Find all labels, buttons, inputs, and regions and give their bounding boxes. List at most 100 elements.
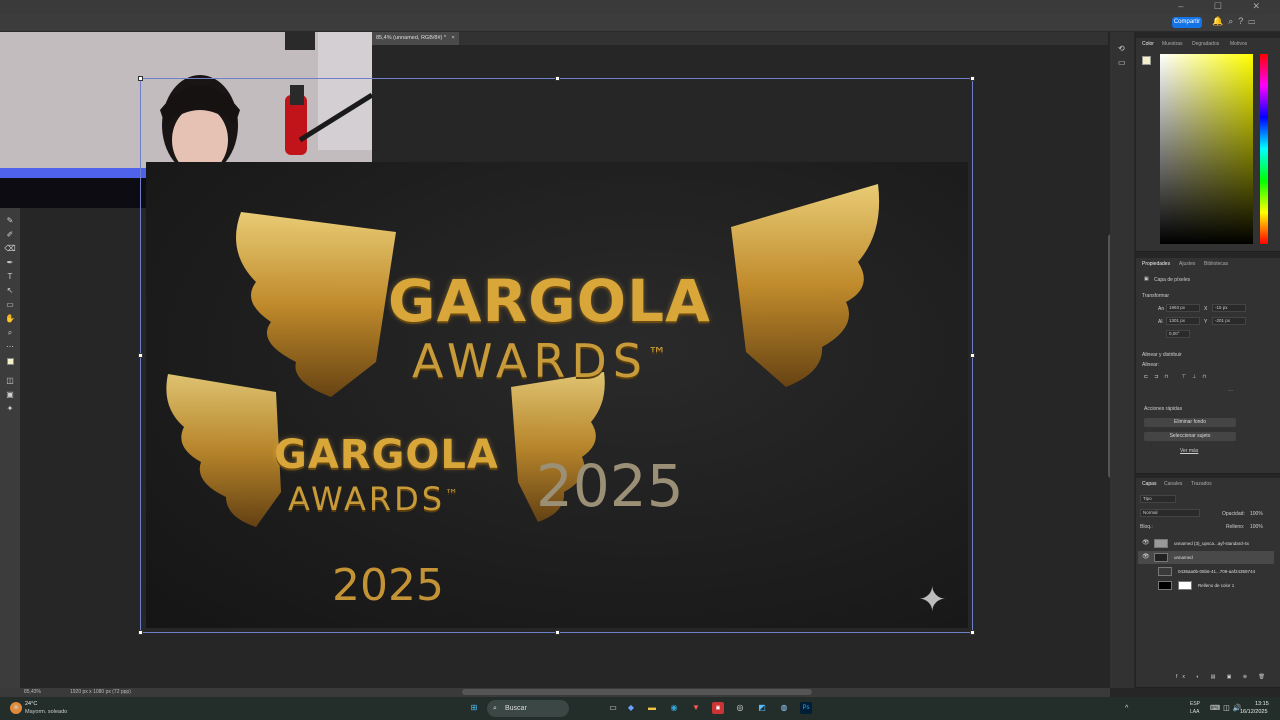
dropper-icon[interactable]: ✒: [4, 258, 16, 268]
layer-row[interactable]: 👁 unnamed (3)_upsca...ayf-standard-4x: [1138, 537, 1274, 550]
clock-date[interactable]: 16/12/2025: [1240, 709, 1268, 715]
app-icon[interactable]: ▣: [712, 702, 724, 714]
taskbar-search[interactable]: ⌕ Buscar: [487, 700, 569, 717]
layer-name: Relleno de color 1: [1198, 583, 1235, 588]
handle-top-right[interactable]: [970, 76, 975, 81]
steam-icon[interactable]: ◍: [778, 702, 790, 714]
lock-label: Bloq.:: [1140, 524, 1153, 530]
select-subject-button[interactable]: Seleccionar sujeto: [1144, 432, 1236, 441]
handle-middle-left[interactable]: [138, 353, 143, 358]
task-view-icon[interactable]: ▭: [607, 702, 619, 714]
bell-icon[interactable]: 🔔: [1212, 16, 1228, 26]
tab-patterns[interactable]: Motivos: [1230, 41, 1247, 47]
workspace-icon[interactable]: ▭: [1248, 16, 1260, 26]
width-field[interactable]: 1993 px: [1166, 304, 1200, 312]
tab-swatches[interactable]: Muestras: [1162, 41, 1183, 47]
search-icon[interactable]: ⌕: [1228, 16, 1238, 26]
foreground-color-swatch[interactable]: [1142, 56, 1151, 65]
tab-paths[interactable]: Trazados: [1191, 481, 1212, 487]
handle-bottom-left[interactable]: [138, 630, 143, 635]
type-icon[interactable]: T: [4, 272, 16, 282]
tab-layers[interactable]: Capas: [1142, 481, 1156, 487]
close-icon[interactable]: ×: [452, 35, 455, 41]
layer-row[interactable]: 👁 unnamed: [1138, 551, 1274, 564]
weather-desc: Mayorm. soleado: [25, 709, 68, 715]
tools-panel: ✎ ✐ ⌫ ✒ T ↖ ▭ ✋ ⌕ ⋯ ◫ ▣ ✦: [0, 208, 20, 688]
color-field[interactable]: [1160, 54, 1253, 244]
window-controls[interactable]: – ☐ ✕: [1178, 1, 1274, 12]
share-button[interactable]: Compartir: [1172, 17, 1202, 28]
layer-name: 0436aa0b-05b6-41...709-aaf24359744: [1178, 569, 1256, 574]
x-field[interactable]: -15 px: [1212, 304, 1246, 312]
layer-actions-icons[interactable]: fx ◐ ▤ ▣ ⊕ 🗑: [1176, 674, 1270, 680]
tab-color[interactable]: Color: [1142, 41, 1154, 47]
tab-libraries[interactable]: Bibliotecas: [1204, 261, 1228, 267]
edge-icon[interactable]: ◉: [668, 702, 680, 714]
height-field[interactable]: 1301 px: [1166, 317, 1200, 325]
pen-icon[interactable]: ✎: [4, 216, 16, 226]
angle-field[interactable]: 0,00°: [1166, 330, 1190, 338]
more-tools-icon[interactable]: ⋯: [4, 342, 16, 352]
language-bottom[interactable]: LAA: [1190, 709, 1199, 715]
horizontal-scrollbar[interactable]: [462, 689, 812, 695]
layer-name: unnamed (3)_upsca...ayf-standard-4x: [1174, 541, 1250, 546]
quick-actions-heading[interactable]: Acciones rápidas: [1144, 406, 1182, 412]
quick-mask-icon[interactable]: ◫: [4, 376, 16, 386]
eraser-icon[interactable]: ⌫: [4, 244, 16, 254]
history-icon[interactable]: ⟲: [1118, 44, 1125, 53]
handle-top-left[interactable]: [138, 76, 143, 81]
weather-icon[interactable]: ☀: [10, 702, 22, 714]
align-icons[interactable]: ⊏⊐⊓ ⊤⊥⊓: [1144, 374, 1212, 380]
brush-icon[interactable]: ✐: [4, 230, 16, 240]
handle-bottom-right[interactable]: [970, 630, 975, 635]
tab-adjustments[interactable]: Ajustes: [1179, 261, 1195, 267]
zoom-icon[interactable]: ⌕: [4, 328, 16, 338]
opacity-value[interactable]: 100%: [1250, 511, 1263, 517]
more-options-icon[interactable]: ⋯: [1228, 388, 1233, 394]
widgets-icon[interactable]: ◆: [625, 702, 637, 714]
see-more-link[interactable]: Ver más: [1180, 448, 1198, 454]
tab-channels[interactable]: Canales: [1164, 481, 1182, 487]
handle-top-center[interactable]: [555, 76, 560, 81]
app-window: – ☐ ✕ Compartir 🔔⌕?▭ 85,4% (unnamed, RGB…: [0, 0, 1280, 720]
y-field[interactable]: -201 px: [1212, 317, 1246, 325]
transform-heading[interactable]: Transformar: [1142, 293, 1169, 299]
brave-icon[interactable]: ▼: [690, 702, 702, 714]
help-icon[interactable]: ?: [1238, 16, 1248, 26]
clock-time[interactable]: 13:15: [1255, 701, 1269, 707]
fill-value[interactable]: 100%: [1250, 524, 1263, 530]
eye-icon[interactable]: 👁: [1142, 537, 1150, 550]
comment-icon[interactable]: ▭: [1118, 58, 1126, 67]
app2-icon[interactable]: ◩: [756, 702, 768, 714]
layer-row[interactable]: Relleno de color 1: [1138, 579, 1274, 592]
tab-properties[interactable]: Propiedades: [1142, 261, 1170, 267]
color-panel: Color Muestras Degradados Motivos: [1136, 38, 1280, 252]
remove-background-button[interactable]: Eliminar fondo: [1144, 418, 1236, 427]
layer-row[interactable]: 0436aa0b-05b6-41...709-aaf24359744: [1138, 565, 1274, 578]
color-swatch-icon[interactable]: [4, 358, 16, 368]
language-top[interactable]: ESP: [1190, 701, 1200, 707]
windows-start-icon[interactable]: ⊞: [468, 702, 480, 714]
zoom-readout[interactable]: 85,43%: [24, 689, 41, 695]
document-tab[interactable]: 85,4% (unnamed, RGB/8#) * ×: [372, 32, 459, 45]
screen-mode-icon[interactable]: ▣: [4, 390, 16, 400]
rectangle-icon[interactable]: ▭: [4, 300, 16, 310]
color-panel-tabs: Color Muestras Degradados Motivos: [1136, 38, 1280, 50]
generative-icon[interactable]: ✦: [4, 404, 16, 414]
handle-middle-right[interactable]: [970, 353, 975, 358]
layer-thumbnail: [1154, 539, 1168, 548]
layer-filter-select[interactable]: Tipo: [1140, 495, 1176, 503]
eye-icon[interactable]: 👁: [1142, 551, 1150, 564]
file-explorer-icon[interactable]: ▬: [646, 702, 658, 714]
hand-icon[interactable]: ✋: [4, 314, 16, 324]
github-icon[interactable]: ◎: [734, 702, 746, 714]
tray-chevron-icon[interactable]: ^: [1125, 705, 1128, 712]
path-select-icon[interactable]: ↖: [4, 286, 16, 296]
hue-slider[interactable]: [1260, 54, 1268, 244]
photoshop-icon[interactable]: Ps: [800, 702, 812, 714]
transform-bounding-box[interactable]: [138, 76, 975, 635]
blend-mode-select[interactable]: Normal: [1140, 509, 1200, 517]
align-heading[interactable]: Alinear y distribuir: [1142, 352, 1182, 358]
handle-bottom-center[interactable]: [555, 630, 560, 635]
tab-gradients[interactable]: Degradados: [1192, 41, 1219, 47]
